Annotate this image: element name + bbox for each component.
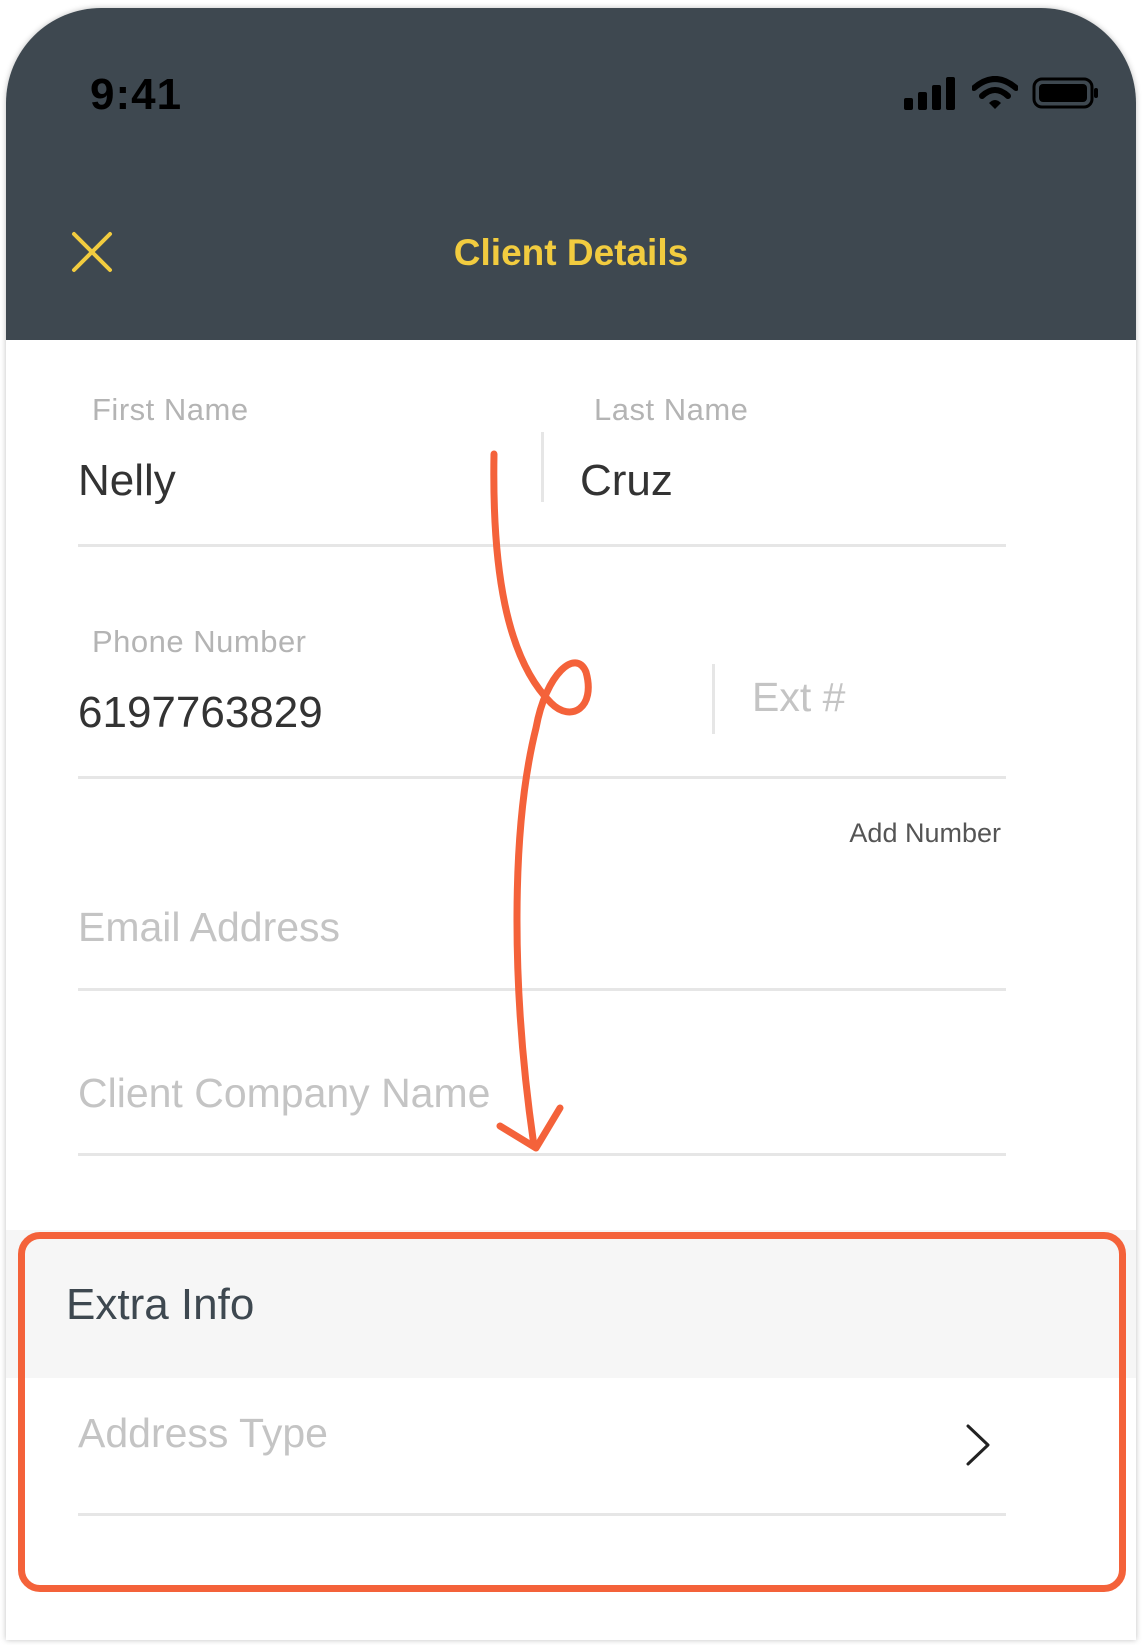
cellular-signal-icon: [904, 77, 955, 110]
email-input[interactable]: Email Address: [78, 904, 340, 951]
phone-number-label: Phone Number: [92, 624, 307, 659]
first-name-label: First Name: [92, 392, 249, 427]
name-divider: [541, 432, 544, 502]
header-bar: [6, 8, 1136, 340]
status-time: 9:41: [90, 70, 183, 119]
name-underline: [78, 544, 1006, 547]
address-type-underline: [78, 1513, 1006, 1516]
address-type-row[interactable]: Address Type: [6, 1378, 1136, 1578]
last-name-label: Last Name: [594, 392, 749, 427]
add-number-link[interactable]: Add Number: [849, 818, 1001, 849]
first-name-input[interactable]: Nelly: [78, 456, 176, 506]
phone-underline: [78, 776, 1006, 779]
wifi-icon: [972, 76, 1018, 109]
extra-info-title: Extra Info: [66, 1280, 255, 1329]
phone-divider: [712, 664, 715, 734]
ext-input[interactable]: Ext #: [752, 674, 845, 721]
battery-icon: [1032, 77, 1098, 109]
company-name-input[interactable]: Client Company Name: [78, 1070, 490, 1117]
company-underline: [78, 1153, 1006, 1156]
address-type-label: Address Type: [78, 1410, 328, 1456]
email-underline: [78, 988, 1006, 991]
last-name-input[interactable]: Cruz: [580, 456, 673, 506]
chevron-right-icon: [966, 1424, 990, 1466]
status-icons: [904, 76, 1100, 110]
phone-frame: 9:41 Client Details First Name Nelly Las…: [6, 8, 1136, 1640]
page-title: Client Details: [453, 232, 689, 273]
phone-number-input[interactable]: 6197763829: [78, 688, 323, 738]
